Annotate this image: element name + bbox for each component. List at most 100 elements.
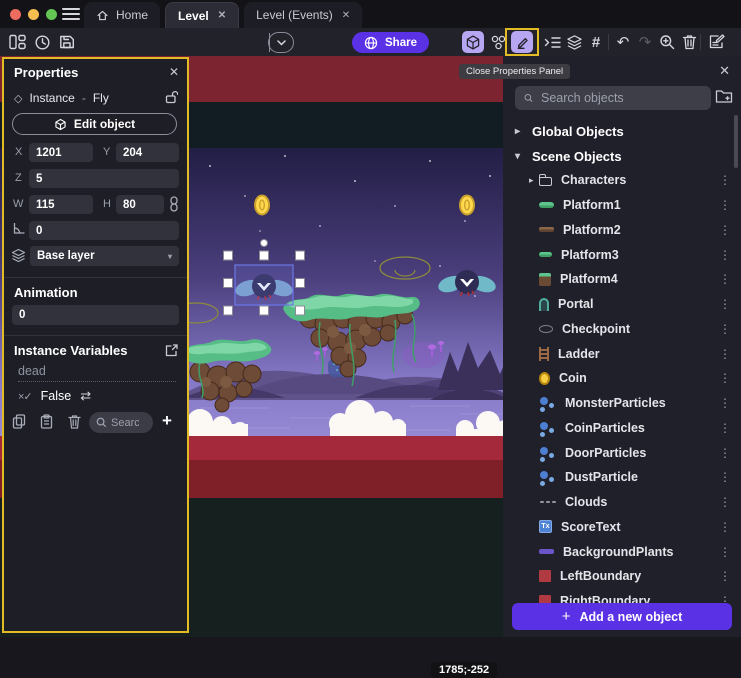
particles-thumbnail-icon (539, 395, 556, 411)
angle-field[interactable] (29, 221, 179, 240)
item-menu-icon[interactable]: ⋮ (719, 297, 731, 311)
toggle-value-icon[interactable]: ⇄ (80, 388, 91, 404)
edit-object-button[interactable]: Edit object (12, 113, 177, 135)
object-item-platform2[interactable]: Platform2 ⋮ (503, 218, 741, 243)
object-item-monsterparticles[interactable]: MonsterParticles ⋮ (503, 391, 741, 416)
item-menu-icon[interactable]: ⋮ (719, 347, 731, 361)
item-menu-icon[interactable]: ⋮ (719, 545, 731, 559)
item-menu-icon[interactable]: ⋮ (719, 396, 731, 410)
item-menu-icon[interactable]: ⋮ (719, 272, 731, 286)
main-menu-icon[interactable] (62, 8, 80, 20)
redo-icon[interactable]: ↷ (634, 31, 656, 53)
close-objects-panel-icon[interactable]: ✕ (719, 63, 730, 79)
unlock-icon[interactable] (165, 90, 178, 104)
objects-search[interactable] (515, 86, 711, 110)
toolbar: ▷ Preview Share # ↶ ↷ (0, 28, 741, 56)
variables-search-input[interactable] (111, 417, 139, 429)
layer-select[interactable]: Base layer ▾ (30, 246, 179, 266)
animation-field[interactable] (12, 305, 179, 325)
tab-home[interactable]: Home (84, 2, 160, 28)
close-window-button[interactable] (10, 9, 21, 20)
height-field[interactable] (116, 195, 164, 214)
main-area: 1785;-252 Properties ✕ ◇ Instance - Fly … (0, 56, 741, 637)
close-tab-icon[interactable]: ✕ (216, 10, 226, 21)
item-menu-icon[interactable]: ⋮ (719, 322, 731, 336)
item-menu-icon[interactable]: ⋮ (719, 520, 731, 534)
variable-value[interactable]: False (41, 389, 72, 403)
object-item-doorparticles[interactable]: DoorParticles ⋮ (503, 440, 741, 465)
grid-icon[interactable]: # (585, 31, 607, 53)
width-field[interactable] (29, 195, 93, 214)
selection-box[interactable] (235, 265, 293, 305)
object-item-coinparticles[interactable]: CoinParticles ⋮ (503, 416, 741, 441)
preview-dropdown-chevron-icon[interactable] (269, 33, 293, 52)
coin-instance[interactable] (460, 196, 474, 215)
object-item-characters[interactable]: ▸ Characters ⋮ (503, 168, 741, 193)
objects-search-input[interactable] (541, 91, 702, 105)
coin-instance[interactable] (255, 196, 269, 215)
minimize-window-button[interactable] (28, 9, 39, 20)
open-variables-editor-icon[interactable] (165, 344, 178, 357)
object-item-platform1[interactable]: Platform1 ⋮ (503, 193, 741, 218)
tab-level-events[interactable]: Level (Events) ✕ (244, 2, 362, 28)
add-folder-icon[interactable] (715, 88, 733, 105)
x-field[interactable] (29, 143, 93, 162)
object-item-dustparticle[interactable]: DustParticle ⋮ (503, 465, 741, 490)
copy-icon[interactable] (12, 414, 26, 429)
scene-3d-view-icon[interactable] (462, 31, 484, 53)
object-item-clouds[interactable]: Clouds ⋮ (503, 490, 741, 515)
instances-list-icon[interactable] (541, 31, 563, 53)
object-item-coin[interactable]: Coin ⋮ (503, 366, 741, 391)
delete-icon[interactable] (678, 31, 700, 53)
item-menu-icon[interactable]: ⋮ (719, 223, 731, 237)
trash-icon[interactable] (68, 414, 81, 429)
undo-icon[interactable]: ↶ (612, 31, 634, 53)
item-menu-icon[interactable]: ⋮ (719, 495, 731, 509)
variable-name[interactable]: dead (18, 364, 176, 382)
object-item-leftboundary[interactable]: LeftBoundary ⋮ (503, 564, 741, 589)
toolbar-separator (700, 34, 701, 50)
paste-icon[interactable] (40, 414, 53, 429)
rotate-handle[interactable] (261, 240, 268, 247)
share-button[interactable]: Share (352, 32, 429, 53)
item-menu-icon[interactable]: ⋮ (719, 470, 731, 484)
w-label: W (13, 198, 23, 210)
item-menu-icon[interactable]: ⋮ (719, 198, 731, 212)
item-menu-icon[interactable]: ⋮ (719, 248, 731, 262)
edit-properties-icon[interactable] (511, 31, 533, 53)
variables-search[interactable] (89, 412, 153, 433)
add-object-button[interactable]: + Add a new object (512, 603, 732, 630)
scene-notes-icon[interactable] (706, 31, 728, 53)
object-item-backgroundplants[interactable]: BackgroundPlants ⋮ (503, 539, 741, 564)
object-item-ladder[interactable]: Ladder ⋮ (503, 341, 741, 366)
item-menu-icon[interactable]: ⋮ (719, 371, 731, 385)
object-item-portal[interactable]: Portal ⋮ (503, 292, 741, 317)
layers-icon[interactable] (563, 31, 585, 53)
group-scene-objects[interactable]: ▾ Scene Objects (515, 149, 622, 164)
z-field[interactable] (29, 169, 179, 188)
panels-layout-icon[interactable] (6, 31, 28, 53)
save-icon[interactable] (56, 31, 78, 53)
object-item-platform4[interactable]: Platform4 ⋮ (503, 267, 741, 292)
lock-ratio-icon[interactable] (169, 196, 179, 212)
y-field[interactable] (116, 143, 179, 162)
zoom-in-icon[interactable] (656, 31, 678, 53)
maximize-window-button[interactable] (46, 9, 57, 20)
item-menu-icon[interactable]: ⋮ (719, 446, 731, 460)
x-label: X (15, 146, 22, 158)
item-menu-icon[interactable]: ⋮ (719, 173, 731, 187)
item-menu-icon[interactable]: ⋮ (719, 569, 731, 583)
object-item-scoretext[interactable]: Tx ScoreText ⋮ (503, 515, 741, 540)
add-variable-button[interactable]: + (162, 411, 172, 431)
close-tab-icon[interactable]: ✕ (340, 10, 350, 21)
item-menu-icon[interactable]: ⋮ (719, 421, 731, 435)
tab-level[interactable]: Level ✕ (165, 2, 239, 28)
preview-button[interactable]: ▷ Preview (268, 32, 294, 53)
y-label: Y (103, 146, 110, 158)
object-item-platform3[interactable]: Platform3 ⋮ (503, 242, 741, 267)
scrollbar-thumb[interactable] (734, 115, 738, 168)
group-global-objects[interactable]: ▸ Global Objects (515, 124, 624, 139)
close-properties-icon[interactable]: ✕ (169, 65, 179, 79)
object-item-checkpoint[interactable]: Checkpoint ⋮ (503, 317, 741, 342)
history-icon[interactable] (31, 31, 53, 53)
